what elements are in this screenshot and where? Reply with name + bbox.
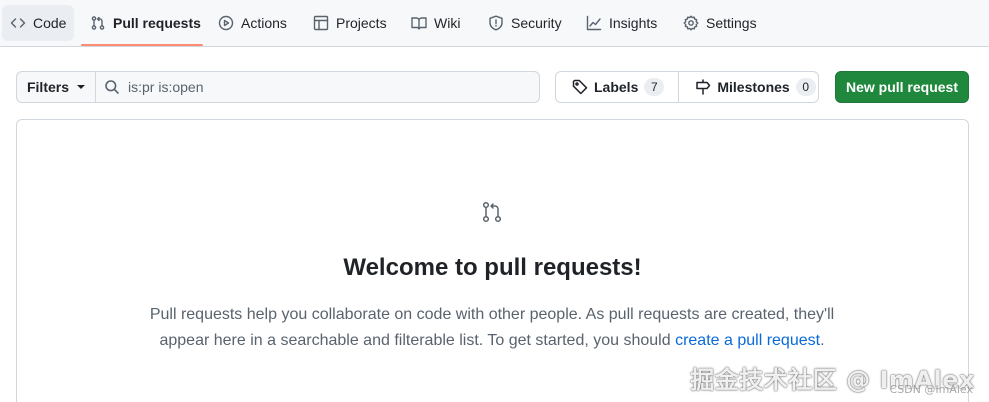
tab-label: Code xyxy=(33,15,67,31)
filter-bar: Filters xyxy=(16,71,540,103)
tab-projects[interactable]: Projects xyxy=(305,5,395,41)
selected-tab-underline xyxy=(81,44,203,46)
tab-pull-requests[interactable]: Pull requests xyxy=(82,5,209,41)
tab-label: Pull requests xyxy=(113,15,201,31)
tab-label: Settings xyxy=(706,15,757,31)
new-pull-request-button[interactable]: New pull request xyxy=(835,71,969,103)
tab-label: Projects xyxy=(336,15,387,31)
search-icon xyxy=(105,80,119,94)
milestones-count: 0 xyxy=(795,78,816,96)
repo-nav: Code Pull requests Actions Projects Wiki… xyxy=(0,0,989,47)
labels-count: 7 xyxy=(644,78,665,96)
triangle-down-icon xyxy=(77,85,85,89)
tag-icon xyxy=(572,79,588,95)
milestone-icon xyxy=(696,79,711,95)
watermark-secondary: CSDN @ImAlex xyxy=(889,383,973,396)
tab-label: Wiki xyxy=(434,15,461,31)
tab-actions[interactable]: Actions xyxy=(210,5,295,41)
labels-milestones-group: Labels 7 Milestones 0 xyxy=(555,71,819,103)
book-icon xyxy=(411,17,427,30)
blankslate-text-end: . xyxy=(820,332,825,349)
gear-icon xyxy=(683,15,699,31)
tab-insights[interactable]: Insights xyxy=(578,5,665,41)
code-icon xyxy=(10,18,26,28)
tab-code[interactable]: Code xyxy=(2,5,75,41)
git-pull-request-icon xyxy=(480,200,504,224)
filters-label: Filters xyxy=(26,79,69,95)
tab-label: Actions xyxy=(241,15,287,31)
labels-label: Labels xyxy=(594,79,639,95)
blankslate-description: Pull requests help you collaborate on co… xyxy=(136,302,848,354)
tab-label: Security xyxy=(511,15,562,31)
tab-settings[interactable]: Settings xyxy=(675,5,765,41)
tab-label: Insights xyxy=(609,15,658,31)
tab-wiki[interactable]: Wiki xyxy=(403,5,468,41)
search-field[interactable] xyxy=(96,71,540,103)
tab-security[interactable]: Security xyxy=(480,5,570,41)
new-pull-request-label: New pull request xyxy=(845,79,959,95)
graph-icon xyxy=(586,15,602,31)
milestones-label: Milestones xyxy=(717,79,790,95)
labels-button[interactable]: Labels 7 xyxy=(556,72,678,102)
filters-dropdown-button[interactable]: Filters xyxy=(16,71,96,103)
blankslate-title: Welcome to pull requests! xyxy=(343,254,642,281)
git-pull-request-icon xyxy=(91,16,105,30)
create-pull-request-link[interactable]: create a pull request xyxy=(675,332,820,349)
search-input[interactable] xyxy=(128,79,508,95)
play-icon xyxy=(218,15,234,31)
shield-icon xyxy=(489,15,503,31)
milestones-button[interactable]: Milestones 0 xyxy=(678,72,829,102)
table-icon xyxy=(313,15,329,31)
